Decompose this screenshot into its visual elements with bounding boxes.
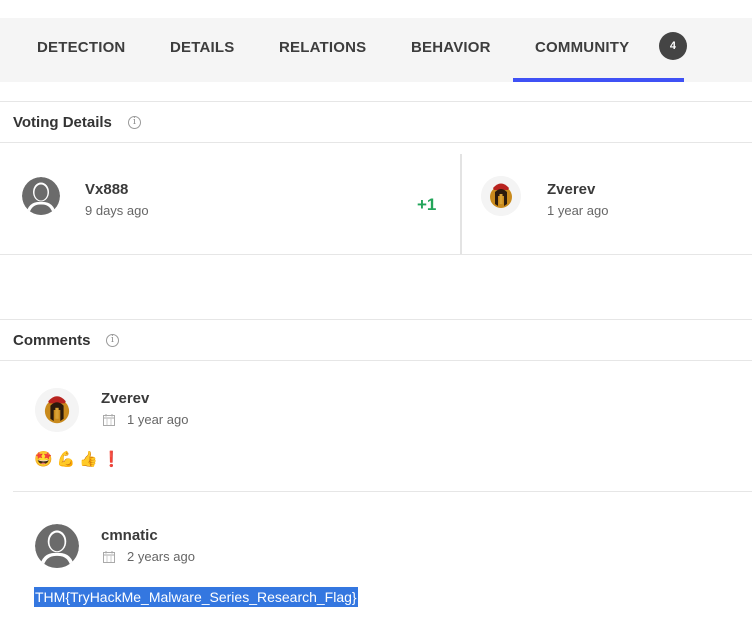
avatar[interactable] [35,524,79,568]
tab-detection[interactable]: DETECTION [37,18,125,82]
spartan-helmet-icon [35,388,79,432]
divider [0,142,752,143]
flexed-biceps-emoji: 💪 [56,450,78,468]
tab-details[interactable]: DETAILS [170,18,234,82]
tab-behavior[interactable]: BEHAVIOR [411,18,491,82]
tab-community[interactable]: COMMUNITY 4 [512,18,687,82]
vote-time: 9 days ago [85,203,149,218]
comments-title: Comments [13,332,91,349]
default-user-icon [35,524,79,568]
star-struck-emoji: 🤩 [34,450,55,468]
calendar-icon [103,414,115,426]
comment-time: 1 year ago [127,412,189,427]
voter-name[interactable]: Vx888 [85,181,128,198]
divider [0,360,752,361]
comment-time: 2 years ago [127,549,195,564]
divider [0,254,752,255]
divider [0,319,752,320]
comment-author[interactable]: Zverev [101,390,149,407]
tab-community-label: COMMUNITY [535,39,630,56]
exclamation-emoji: ❗ [102,450,123,468]
comment-body[interactable]: THM{TryHackMe_Malware_Series_Research_Fl… [34,587,358,607]
spartan-helmet-icon [481,176,521,216]
tab-relations[interactable]: RELATIONS [279,18,366,82]
voter-name[interactable]: Zverev [547,181,595,198]
calendar-icon [103,551,115,563]
voting-details-title: Voting Details [13,114,112,131]
info-icon[interactable]: i [106,334,119,347]
vote-time: 1 year ago [547,203,609,218]
comment-body: 🤩 💪 👍 ❗ [34,450,125,468]
default-user-icon [22,177,60,215]
avatar[interactable] [22,177,60,215]
tab-bar: DETECTION DETAILS RELATIONS BEHAVIOR COM… [0,18,752,82]
avatar[interactable] [35,388,79,432]
comment-author[interactable]: cmnatic [101,527,158,544]
thumbs-up-emoji: 👍 [79,450,101,468]
info-icon[interactable]: i [128,116,141,129]
vote-divider [460,154,462,254]
vote-value: +1 [417,195,437,214]
divider [13,491,752,492]
avatar[interactable] [481,176,521,216]
community-count-badge: 4 [659,32,687,60]
divider [0,101,752,102]
